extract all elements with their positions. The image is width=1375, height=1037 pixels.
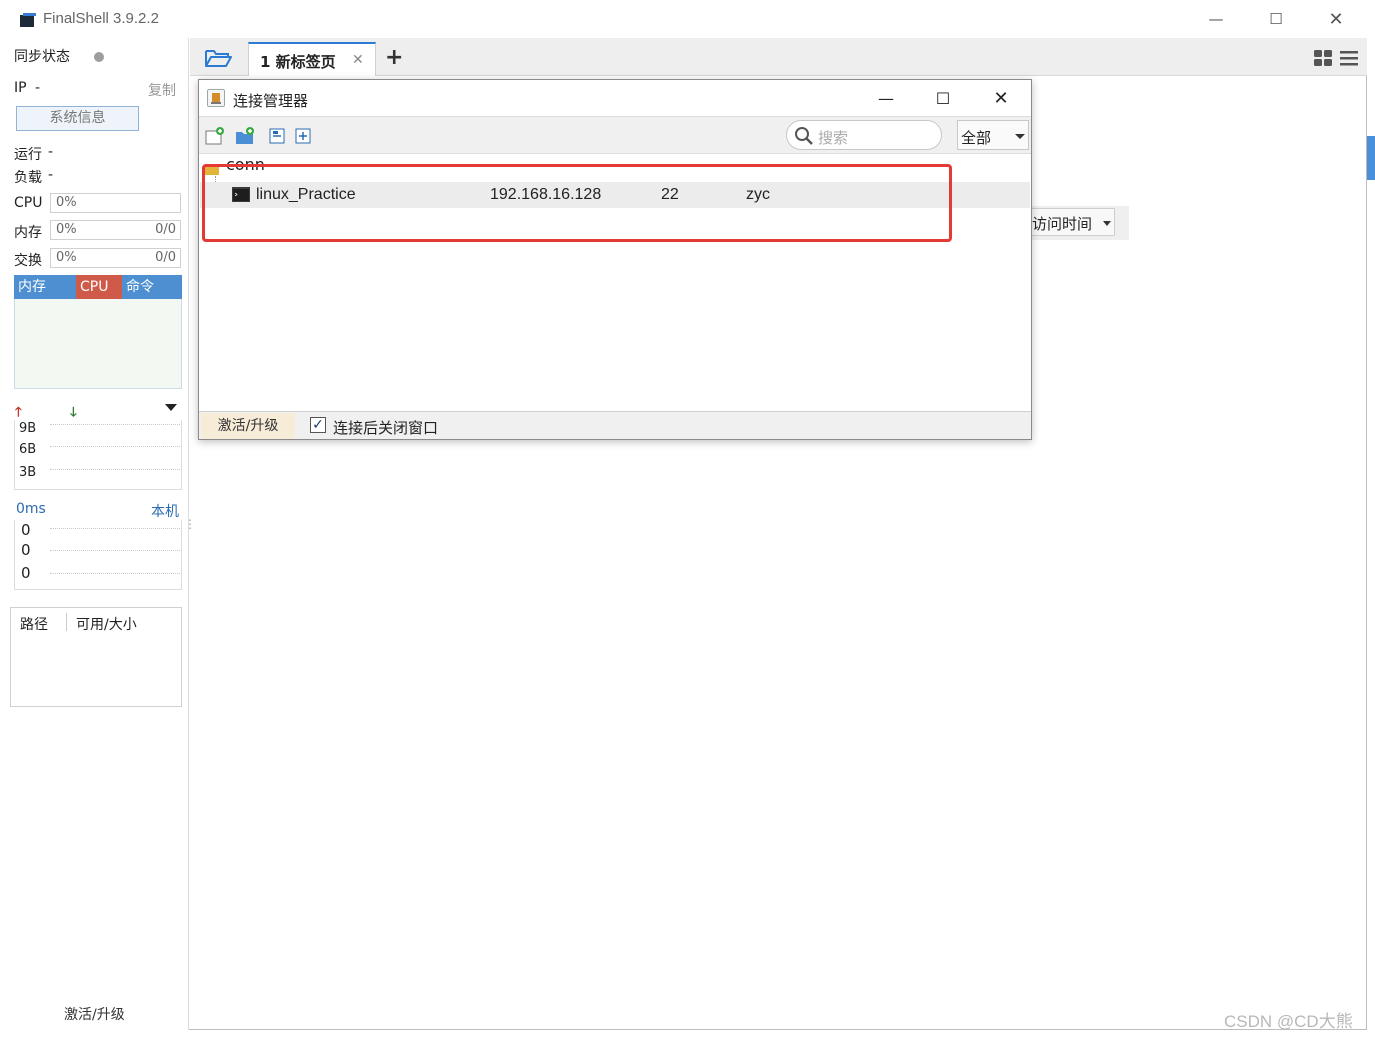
disk-header-size: 可用/大小 (76, 617, 137, 633)
net-grid-line (50, 424, 180, 425)
connection-search-input[interactable]: 搜索 (786, 120, 942, 150)
dialog-app-icon (207, 89, 225, 107)
panel-resize-handle-icon[interactable]: ⋮ (184, 518, 196, 530)
right-edge-badge (1367, 136, 1375, 180)
sidebar: 同步状态 IP - 复制 系统信息 运行 - 负载 - CPU 0% 内存 0%… (8, 38, 196, 1030)
ping-row-value: 0 (21, 541, 31, 559)
swap-label: 交换 (14, 253, 42, 269)
search-icon (794, 126, 814, 146)
network-chart (14, 420, 182, 490)
load-value: - (48, 167, 54, 183)
chevron-down-icon (1103, 221, 1111, 226)
search-placeholder: 搜索 (818, 129, 849, 147)
connection-manager-dialog: 连接管理器 — ☐ ✕ 搜索 全部 conn linux_Practice 19… (198, 79, 1032, 440)
tab-label: 1 新标签页 (260, 53, 336, 71)
dialog-close-button[interactable]: ✕ (979, 84, 1023, 112)
memory-meter: 0% 0/0 (50, 220, 181, 240)
cpu-meter: 0% (50, 193, 181, 213)
minimize-button[interactable]: — (1196, 6, 1236, 32)
tab-bar: 1 新标签页 ✕ + (190, 38, 1367, 76)
run-label: 运行 (14, 147, 42, 163)
net-label-9b: 9B (19, 421, 37, 436)
proc-tab-command[interactable]: 命令 (122, 275, 182, 299)
ping-value: 0ms (16, 501, 46, 517)
new-folder-icon[interactable] (235, 127, 255, 145)
grid-view-icon[interactable] (1314, 50, 1332, 66)
system-info-button[interactable]: 系统信息 (16, 106, 139, 131)
load-label: 负载 (14, 170, 42, 186)
disk-header-divider (66, 613, 67, 631)
swap-ratio: 0/0 (155, 250, 176, 265)
csdn-watermark: CSDN @CD大熊 (1224, 1012, 1353, 1031)
ping-grid-line (50, 528, 180, 529)
ping-grid-line (50, 573, 180, 574)
new-connection-icon[interactable] (205, 127, 225, 145)
ping-row-value: 0 (21, 564, 31, 582)
window-title: FinalShell 3.9.2.2 (43, 10, 159, 27)
memory-value: 0% (56, 222, 77, 237)
chevron-down-icon (1015, 134, 1025, 139)
cpu-value: 0% (56, 195, 77, 210)
memory-ratio: 0/0 (155, 222, 176, 237)
swap-value: 0% (56, 250, 77, 265)
ping-grid-line (50, 550, 180, 551)
ping-target-link[interactable]: 本机 (151, 501, 179, 521)
ping-row-value: 0 (21, 521, 31, 539)
filter-value: 全部 (961, 129, 992, 147)
memory-label: 内存 (14, 225, 42, 241)
dialog-maximize-button[interactable]: ☐ (921, 84, 965, 112)
sort-by-label: 访问时间 (1032, 215, 1093, 233)
dialog-activate-button[interactable]: 激活/升级 (201, 413, 295, 439)
close-button[interactable]: ✕ (1316, 6, 1356, 32)
folder-open-icon[interactable] (204, 47, 232, 69)
proc-tab-memory[interactable]: 内存 (14, 275, 76, 299)
expand-all-icon[interactable] (295, 127, 315, 145)
cpu-label: CPU (14, 195, 43, 211)
ping-chart (14, 520, 182, 590)
highlight-annotation-box (202, 164, 952, 242)
copy-ip-link[interactable]: 复制 (148, 80, 176, 100)
add-tab-icon[interactable]: + (385, 45, 403, 70)
ip-label: IP (14, 80, 27, 96)
sort-by-dropdown[interactable]: 访问时间 (1025, 206, 1129, 240)
net-label-6b: 6B (19, 442, 37, 457)
dialog-minimize-button[interactable]: — (864, 84, 908, 112)
network-dropdown-icon[interactable] (165, 404, 177, 411)
disk-header-path: 路径 (20, 617, 48, 633)
app-logo-icon (20, 12, 36, 27)
swap-meter: 0% 0/0 (50, 248, 181, 268)
tab-new-tab[interactable]: 1 新标签页 ✕ (248, 42, 376, 76)
sidebar-activate-link[interactable]: 激活/升级 (64, 1004, 125, 1024)
maximize-button[interactable]: ☐ (1256, 6, 1296, 32)
close-after-connect-label: 连接后关闭窗口 (333, 419, 439, 437)
net-grid-line (50, 469, 180, 470)
sync-status-label: 同步状态 (14, 49, 70, 65)
sync-status-dot-icon (94, 52, 104, 62)
dialog-title: 连接管理器 (233, 92, 309, 110)
menu-icon[interactable] (1340, 50, 1358, 66)
net-label-3b: 3B (19, 465, 37, 480)
close-after-connect-checkbox[interactable]: ✓ (310, 417, 326, 433)
tab-close-icon[interactable]: ✕ (352, 52, 364, 68)
ip-value: - (35, 80, 41, 96)
run-value: - (48, 144, 54, 160)
collapse-all-icon[interactable] (269, 127, 289, 145)
title-bar: FinalShell 3.9.2.2 — ☐ ✕ (8, 0, 1367, 38)
filter-select[interactable]: 全部 (957, 120, 1029, 150)
proc-tab-cpu[interactable]: CPU (76, 275, 122, 299)
net-grid-line (50, 446, 180, 447)
